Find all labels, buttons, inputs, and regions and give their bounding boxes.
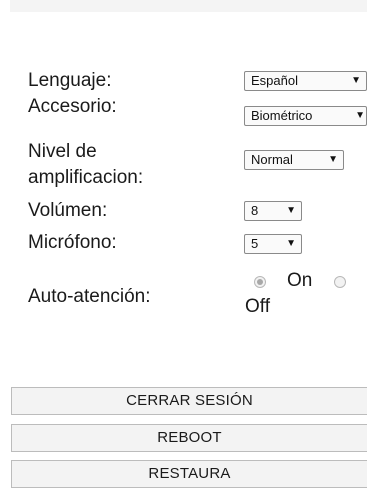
chevron-down-icon: ▼ (355, 110, 365, 121)
restore-button[interactable]: RESTAURA (11, 460, 367, 488)
chevron-down-icon: ▼ (328, 154, 338, 165)
language-select[interactable]: Español ▼ (244, 71, 367, 91)
microphone-value: 5 (251, 236, 259, 251)
logout-button[interactable]: CERRAR SESIÓN (11, 387, 367, 415)
accessory-value: Biométrico (251, 108, 313, 123)
language-value: Español (251, 73, 298, 88)
volume-label: Volúmen: (28, 200, 108, 221)
volume-select[interactable]: 8 ▼ (244, 201, 302, 221)
auto-attention-off-label: Off (245, 296, 270, 317)
chevron-down-icon: ▼ (286, 205, 296, 216)
auto-attention-off-radio[interactable] (334, 276, 346, 288)
language-label: Lenguaje: (28, 70, 112, 91)
chevron-down-icon: ▼ (351, 75, 361, 86)
amplification-select[interactable]: Normal ▼ (244, 150, 344, 170)
accessory-label: Accesorio: (28, 96, 117, 117)
auto-attention-on-label: On (287, 270, 313, 291)
microphone-select[interactable]: 5 ▼ (244, 234, 302, 254)
amplification-label-line2: amplificacion: (28, 167, 144, 188)
chevron-down-icon: ▼ (286, 238, 296, 249)
top-strip (10, 0, 367, 12)
auto-attention-on-radio[interactable] (254, 276, 266, 288)
amplification-label-line1: Nivel de (28, 141, 97, 162)
microphone-label: Micrófono: (28, 232, 117, 253)
reboot-button[interactable]: REBOOT (11, 424, 367, 452)
auto-attention-label: Auto-atención: (28, 286, 151, 307)
settings-page: Lenguaje: Español ▼ Accesorio: Biométric… (0, 0, 367, 497)
volume-value: 8 (251, 203, 259, 218)
accessory-select[interactable]: Biométrico ▼ (244, 106, 367, 126)
amplification-value: Normal (251, 152, 293, 167)
